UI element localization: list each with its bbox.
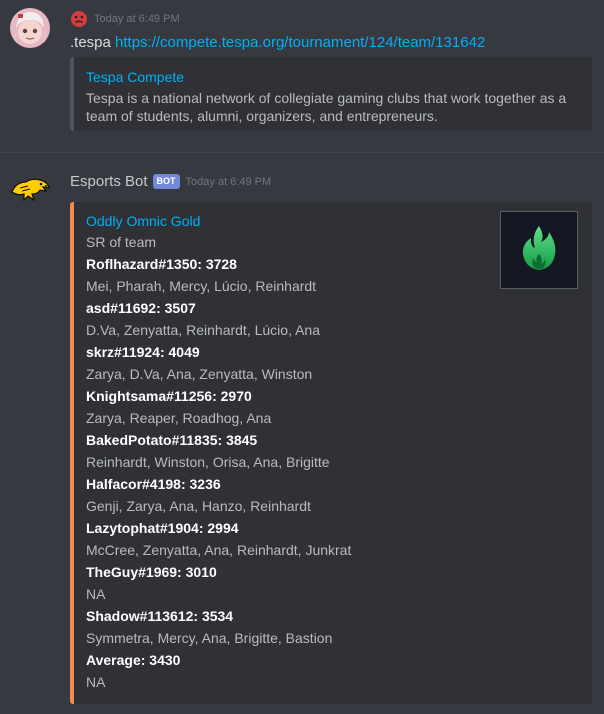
bot-avatar[interactable] [10,170,50,210]
bot-tag-badge: BOT [152,174,180,189]
message-divider [0,152,604,153]
embed-description: Tespa is a national network of collegiat… [86,90,567,124]
rich-embed: Oddly Omnic Gold SR of team Roflhazard#1… [70,202,592,704]
embed-field: skrz#11924: 4049 Zarya, D.Va, Ana, Zenyat… [86,343,580,384]
field-value: Reinhardt, Winston, Orisa, Ana, Brigitte [86,454,330,470]
field-value: Symmetra, Mercy, Ana, Brigitte, Bastion [86,630,333,646]
embed-field: Average: 3430 NA [86,651,580,692]
field-name: Lazytophat#1904: 2994 [86,520,239,536]
embed-thumbnail[interactable] [500,211,578,289]
embed-fields: Roflhazard#1350: 3728 Mei, Pharah, Mercy,… [86,255,580,692]
embed-field: asd#11692: 3507 D.Va, Zenyatta, Reinhardt… [86,299,580,340]
flame-logo-icon [519,224,559,277]
field-value: Zarya, D.Va, Ana, Zenyatta, Winston [86,366,313,382]
message-content: .tespa https://compete.tespa.org/tournam… [70,34,485,51]
embed-field: Halfacor#4198: 3236 Genji, Zarya, Ana, Ha… [86,475,580,516]
field-value: NA [86,674,106,690]
message-link[interactable]: https://compete.tespa.org/tournament/124… [115,34,485,51]
embed-field: Lazytophat#1904: 2994 McCree, Zenyatta, A… [86,519,580,560]
field-name: TheGuy#1969: 3010 [86,564,217,580]
link-embed: Tespa Compete Tespa is a national networ… [70,57,592,131]
message-timestamp[interactable]: Today at 6:49 PM [94,13,180,25]
field-name: Halfacor#4198: 3236 [86,476,221,492]
field-value: NA [86,586,106,602]
field-value: McCree, Zenyatta, Ana, Reinhardt, Junkra… [86,542,352,558]
field-value: D.Va, Zenyatta, Reinhardt, Lúcio, Ana [86,322,320,338]
field-value: Genji, Zarya, Ana, Hanzo, Reinhardt [86,498,311,514]
embed-field: Shadow#113612: 3534 Symmetra, Mercy, Ana,… [86,607,580,648]
field-name: asd#11692: 3507 [86,300,196,316]
message-timestamp[interactable]: Today at 6:49 PM [186,176,272,188]
field-value: Zarya, Reaper, Roadhog, Ana [86,410,272,426]
message-text: .tespa [70,34,116,51]
field-name: BakedPotato#11835: 3845 [86,432,258,448]
embed-field: BakedPotato#11835: 3845 Reinhardt, Winsto… [86,431,580,472]
embed-provider[interactable]: Tespa Compete [86,69,580,85]
user-avatar[interactable] [10,8,50,48]
field-name: Knightsama#11256: 2970 [86,388,252,404]
embed-field: TheGuy#1969: 3010 NA [86,563,580,604]
bot-username[interactable]: Esports Bot [70,173,148,190]
field-name: skrz#11924: 4049 [86,344,200,360]
field-name: Average: 3430 [86,652,181,668]
status-emoji-icon [70,10,88,28]
embed-field: Knightsama#11256: 2970 Zarya, Reaper, Roa… [86,387,580,428]
field-name: Shadow#113612: 3534 [86,608,234,624]
